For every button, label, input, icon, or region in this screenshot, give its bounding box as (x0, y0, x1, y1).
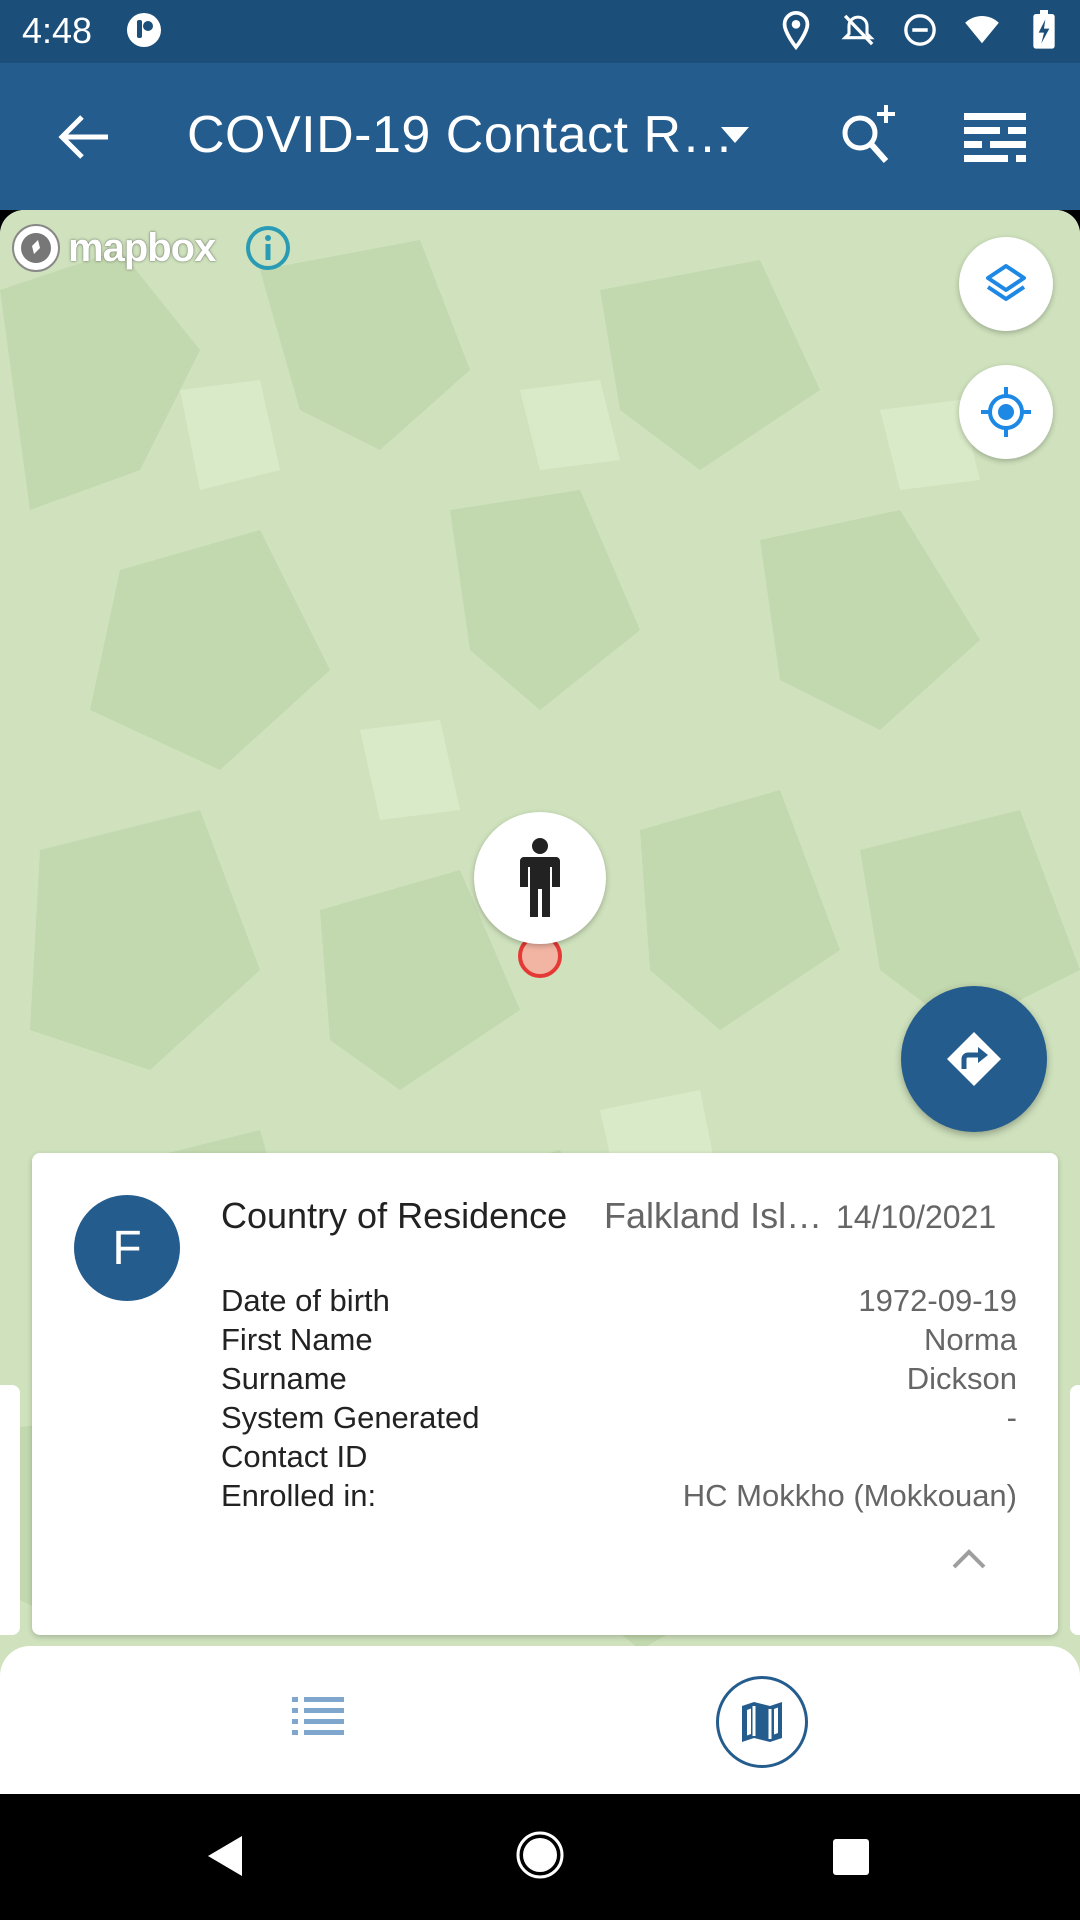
status-bar: 4:48 (0, 0, 1080, 63)
attribute-label: First Name (221, 1322, 373, 1357)
directions-icon (947, 1032, 1001, 1086)
square-recents-icon[interactable] (831, 1837, 871, 1877)
search-add-icon[interactable] (834, 101, 900, 167)
status-icons (778, 10, 1062, 50)
attribute-row: Enrolled in: HC Mokkho (Mokkouan) (221, 1476, 1017, 1515)
back-button[interactable] (52, 107, 118, 167)
app-notification-icon (127, 13, 161, 47)
layers-button[interactable] (959, 237, 1053, 331)
attribute-value: - (1006, 1400, 1017, 1435)
attribute-label: Surname (221, 1361, 347, 1396)
directions-button[interactable] (901, 986, 1047, 1132)
battery-charging-icon (1033, 10, 1055, 49)
attribute-label: Contact ID (221, 1439, 368, 1474)
attribute-label: Date of birth (221, 1283, 390, 1318)
attribute-row: Surname Dickson (221, 1359, 1017, 1398)
layers-icon (986, 264, 1026, 301)
card-date: 14/10/2021 (836, 1199, 997, 1235)
contact-info-card[interactable]: F Country of Residence Falkland Isl… 14/… (32, 1153, 1058, 1635)
location-icon (782, 10, 810, 50)
bottom-navigation (0, 1646, 1080, 1794)
caret-down-icon[interactable] (718, 123, 752, 147)
attribute-row: System Generated - (221, 1398, 1017, 1437)
attribute-row: Contact ID (221, 1437, 1017, 1476)
circle-home-icon[interactable] (515, 1830, 565, 1880)
person-marker[interactable] (474, 812, 606, 944)
attribute-label: Enrolled in: (221, 1478, 377, 1513)
system-navigation-bar (0, 1794, 1080, 1920)
mapbox-logo: mapbox (10, 222, 216, 274)
previous-card-peek[interactable] (0, 1385, 20, 1635)
filter-list-icon[interactable] (960, 107, 1030, 167)
attribute-value: Dickson (906, 1361, 1017, 1396)
attribute-row: First Name Norma (221, 1320, 1017, 1359)
wifi-icon (965, 15, 999, 44)
attribute-value: HC Mokkho (Mokkouan) (682, 1478, 1017, 1513)
page-title[interactable]: COVID-19 Contact R… (187, 105, 734, 165)
chevron-up-icon[interactable] (948, 1543, 990, 1573)
attribute-row: Date of birth 1972-09-19 (221, 1281, 1017, 1320)
attribute-list: Date of birth 1972-09-19 First Name Norm… (221, 1281, 1017, 1515)
card-title: Country of Residence (221, 1195, 568, 1236)
avatar: F (74, 1195, 180, 1301)
mapbox-attribution: mapbox (68, 225, 216, 270)
my-location-icon (981, 387, 1031, 437)
list-icon[interactable] (290, 1694, 346, 1740)
status-time: 4:48 (22, 10, 93, 51)
attribute-value: 1972-09-19 (858, 1283, 1017, 1318)
person-icon (520, 838, 560, 917)
map-icon (742, 1702, 782, 1742)
notifications-off-icon (841, 14, 875, 46)
arrow-left-icon (58, 115, 108, 159)
info-icon[interactable] (244, 224, 292, 272)
map-tab-button[interactable] (716, 1676, 808, 1768)
attribute-value: Norma (923, 1322, 1017, 1357)
mapbox-logo-icon (12, 224, 60, 272)
attribute-label: System Generated (221, 1400, 480, 1435)
app-bar: COVID-19 Contact R… (0, 63, 1080, 210)
my-location-button[interactable] (959, 365, 1053, 459)
do-not-disturb-icon (904, 14, 936, 46)
card-title-value: Falkland Isl… (604, 1195, 823, 1236)
triangle-back-icon[interactable] (204, 1832, 246, 1880)
next-card-peek[interactable] (1070, 1385, 1080, 1635)
